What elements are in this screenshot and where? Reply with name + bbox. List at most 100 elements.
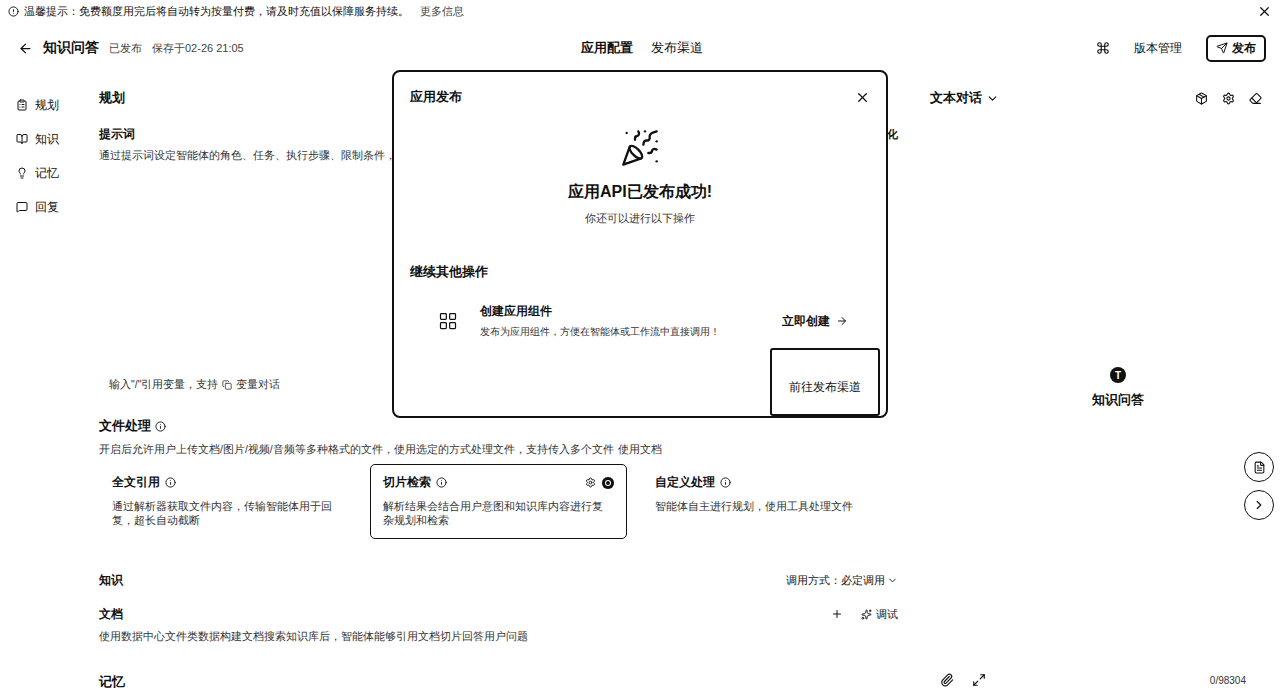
- preview-tools: [1195, 92, 1262, 105]
- arrow-right-icon: [836, 315, 848, 327]
- document-desc: 使用数据中心文件类数据构建文档搜索知识库后，智能体能够引用文档切片回答用户问题: [99, 629, 898, 643]
- call-mode[interactable]: 调用方式：必定调用: [786, 573, 898, 588]
- doc-link[interactable]: 使用文档: [618, 443, 662, 455]
- header-tab[interactable]: 发布渠道: [651, 39, 703, 57]
- option-desc: 解析结果会结合用户意图和知识库内容进行复杂规划和检索: [383, 499, 613, 527]
- section-title: 继续其他操作: [394, 264, 886, 281]
- document-title: 文档: [99, 606, 123, 623]
- prompt-label: 提示词: [99, 126, 135, 143]
- section-title: 记忆: [99, 672, 898, 692]
- notice-text: 温馨提示：免费额度用完后将自动转为按量付费，请及时充值以保障服务持续。: [24, 4, 409, 19]
- sidebar-item[interactable]: 知识: [16, 122, 90, 156]
- dialog-title: 应用发布: [410, 88, 462, 106]
- option-title: 全文引用: [112, 474, 176, 491]
- header-tabs: 应用配置发布渠道: [581, 39, 703, 57]
- expand-icon[interactable]: [972, 673, 986, 687]
- prompt-optimize[interactable]: 化: [887, 127, 898, 142]
- debug-button[interactable]: 调试: [861, 607, 898, 622]
- go-channel-button[interactable]: 前往发布渠道: [770, 348, 880, 416]
- gear-icon[interactable]: [1222, 92, 1235, 105]
- close-icon[interactable]: [1257, 4, 1272, 19]
- command-icon[interactable]: [1096, 41, 1110, 55]
- action-title: 创建应用组件: [480, 304, 760, 319]
- info-icon[interactable]: [165, 477, 176, 488]
- file-desc: 开启后允许用户上传文档/图片/视频/音频等多种格式的文件，使用选定的方式处理文件…: [99, 442, 898, 456]
- file-option-card[interactable]: 全文引用通过解析器获取文件内容，传输智能体用于回复，超长自动截断: [99, 464, 355, 539]
- chevron-right-icon: [1252, 498, 1266, 512]
- info-icon[interactable]: [155, 421, 166, 432]
- header-tab[interactable]: 应用配置: [581, 39, 633, 57]
- radio-selected[interactable]: [602, 477, 614, 489]
- section-title: 知识: [99, 572, 123, 589]
- chevron-down-icon: [986, 92, 999, 105]
- paperclip-icon[interactable]: [940, 673, 954, 687]
- sidebar-item-icon: [16, 99, 28, 111]
- document-icon: [1253, 461, 1266, 474]
- publish-button[interactable]: 发布: [1206, 35, 1266, 62]
- gear-icon[interactable]: [585, 477, 596, 488]
- info-icon[interactable]: [436, 477, 447, 488]
- action-desc: 发布为应用组件，方便在智能体或工作流中直接调用！: [480, 325, 760, 339]
- plus-icon[interactable]: [831, 608, 843, 620]
- document-tools: 调试: [831, 607, 898, 622]
- header: 知识问答已发布保存于02-26 21:05应用配置发布渠道版本管理发布: [0, 22, 1280, 74]
- section-title: 文件处理: [99, 416, 898, 436]
- prompt-hint: 输入"/"引用变量，支持变量对话: [109, 378, 280, 392]
- app-window: 温馨提示：免费额度用完后将自动转为按量付费，请及时充值以保障服务持续。更多信息知…: [0, 0, 1280, 698]
- sidebar-item[interactable]: 规划: [16, 88, 90, 122]
- preview-panel: 文本对话 T 知识问答 0/98304: [900, 74, 1280, 698]
- sidebar-item-icon: [16, 133, 28, 145]
- float-buttons: [1244, 452, 1274, 520]
- eraser-icon[interactable]: [1249, 92, 1262, 105]
- sparkle-icon: [861, 609, 872, 620]
- mode-select[interactable]: 文本对话: [930, 89, 999, 107]
- action-link[interactable]: 立即创建: [782, 314, 848, 329]
- knowledge-row: 知识 调用方式：必定调用: [99, 570, 898, 590]
- success-hero: 应用API已发布成功! 你还可以进行以下操作: [394, 128, 886, 226]
- option-desc: 智能体自主进行规划，使用工具处理文件: [655, 499, 885, 513]
- sidebar-item-icon: [16, 201, 28, 213]
- dialog-header: 应用发布: [394, 72, 886, 106]
- back-arrow-icon[interactable]: [18, 41, 33, 56]
- sidebar-item-icon: [16, 167, 28, 179]
- sidebar-item[interactable]: 记忆: [16, 156, 90, 190]
- option-title: 切片检索: [383, 474, 447, 491]
- party-popper-icon: [620, 128, 660, 168]
- next-button[interactable]: [1244, 490, 1274, 520]
- chevron-down-icon: [887, 575, 898, 586]
- status-label: 已发布: [109, 41, 142, 56]
- header-left: 知识问答已发布保存于02-26 21:05: [18, 39, 581, 57]
- option-tools: [585, 477, 614, 489]
- alert-icon: [8, 6, 19, 17]
- file-options: 全文引用通过解析器获取文件内容，传输智能体用于回复，超长自动截断切片检索解析结果…: [99, 464, 898, 539]
- sidebar-item[interactable]: 回复: [16, 190, 90, 224]
- option-desc: 通过解析器获取文件内容，传输智能体用于回复，超长自动截断: [112, 499, 342, 527]
- component-icon: [438, 311, 458, 331]
- preview-header: 文本对话: [930, 88, 1262, 108]
- info-icon[interactable]: [720, 477, 731, 488]
- send-icon: [1216, 42, 1228, 54]
- notice-link[interactable]: 更多信息: [420, 4, 464, 19]
- file-option-card[interactable]: 自定义处理智能体自主进行规划，使用工具处理文件: [642, 464, 898, 539]
- preview-welcome: T 知识问答: [930, 108, 1262, 668]
- saved-time: 保存于02-26 21:05: [152, 41, 244, 56]
- close-icon[interactable]: [855, 90, 870, 105]
- notice-bar: 温馨提示：免费额度用完后将自动转为按量付费，请及时充值以保障服务持续。更多信息: [0, 0, 1280, 22]
- chat-input-bar[interactable]: 0/98304: [930, 668, 1262, 692]
- sidebar: 规划知识记忆回复: [0, 74, 90, 698]
- variable-icon: [222, 380, 232, 390]
- option-title: 自定义处理: [655, 474, 731, 491]
- success-title: 应用API已发布成功!: [568, 182, 712, 203]
- app-title: 知识问答: [43, 39, 99, 57]
- success-subtitle: 你还可以进行以下操作: [585, 211, 695, 226]
- package-icon[interactable]: [1195, 92, 1208, 105]
- action-row: 创建应用组件发布为应用组件，方便在智能体或工作流中直接调用！ 立即创建: [394, 299, 886, 343]
- header-right: 版本管理 发布: [703, 35, 1266, 62]
- bot-name: 知识问答: [1092, 391, 1144, 409]
- version-button[interactable]: 版本管理: [1134, 40, 1182, 57]
- bot-avatar: T: [1110, 367, 1126, 383]
- file-option-card[interactable]: 切片检索解析结果会结合用户意图和知识库内容进行复杂规划和检索: [370, 464, 626, 539]
- publish-dialog: 应用发布应用API已发布成功! 你还可以进行以下操作继续其他操作创建应用组件发布为…: [392, 70, 888, 418]
- dialog-footer: 前往发布渠道: [394, 348, 886, 416]
- doc-button[interactable]: [1244, 452, 1274, 482]
